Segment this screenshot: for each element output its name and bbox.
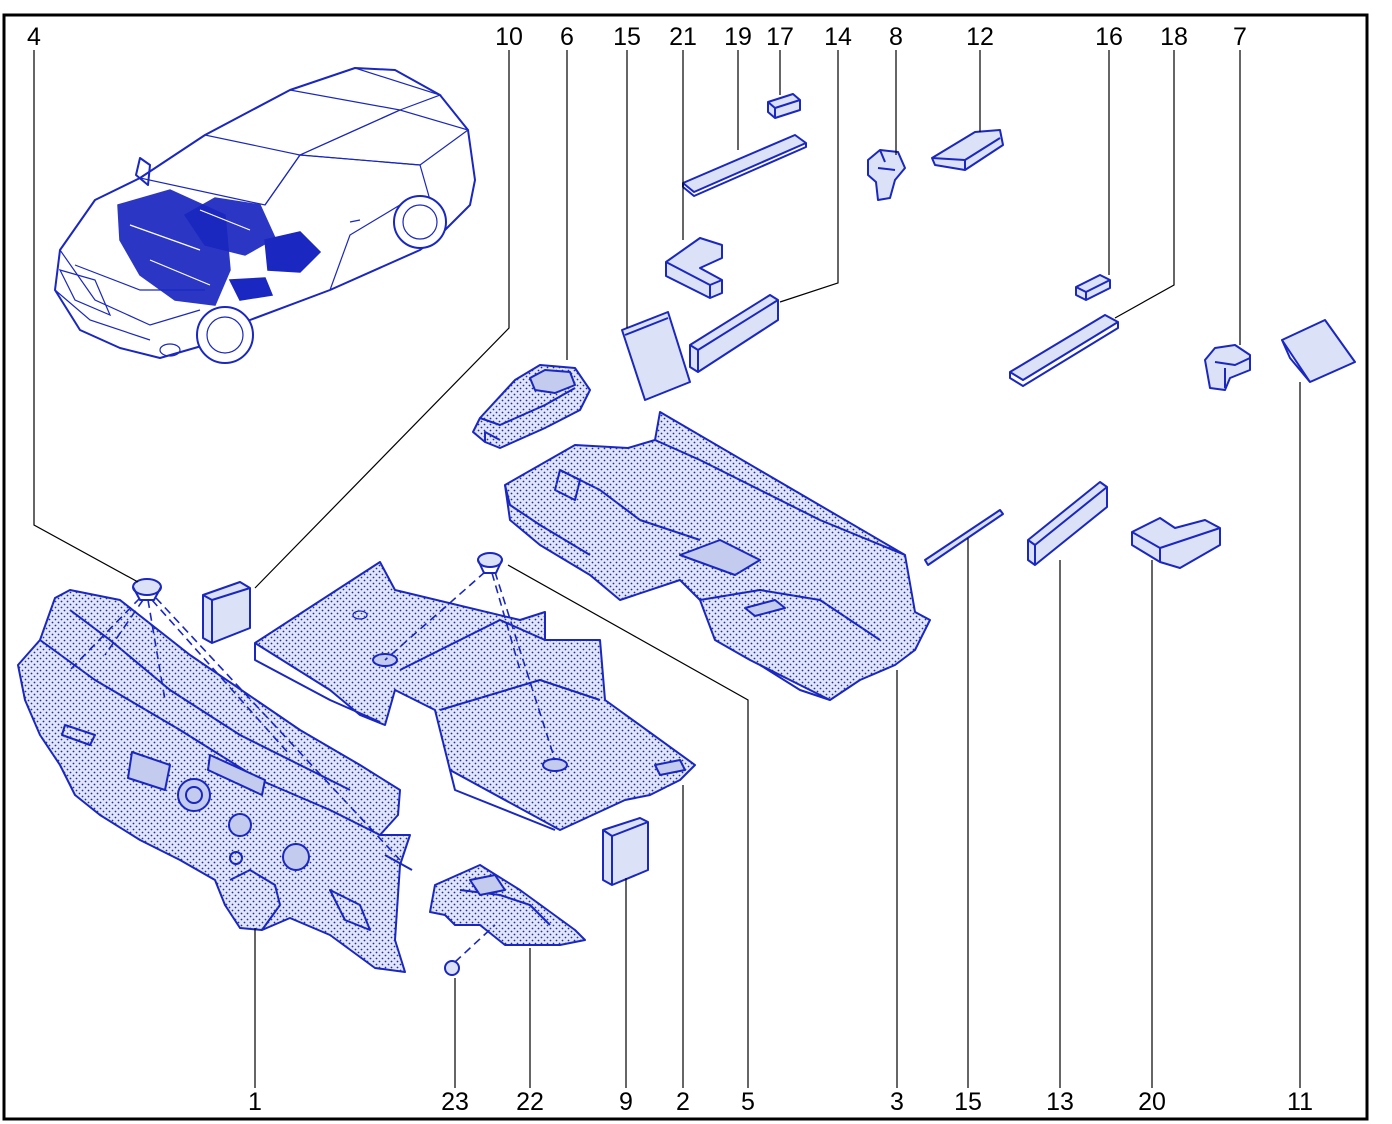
part-7-clip [1204,344,1251,391]
callout-22: 22 [516,1088,544,1116]
callout-5: 5 [741,1088,755,1116]
part-19-strip [682,134,807,197]
part-15-strip-lower [924,509,1004,566]
part-15-pad-upper [621,311,691,401]
part-8-clip [867,149,906,201]
callout-13: 13 [1046,1088,1074,1116]
part-21-angle-pad [665,237,723,299]
part-9-pad [602,817,649,886]
callout-7: 7 [1233,23,1247,51]
part-20-angle-pad [1131,517,1221,569]
parts-diagram: 4 10 6 15 21 19 17 14 8 12 16 18 7 1 23 … [2,13,1369,1121]
part-13-pad [1027,481,1108,566]
callout-18: 18 [1160,23,1188,51]
part-11-pad [1281,319,1356,383]
part-10-pad [202,581,251,644]
part-23-clip [444,924,496,976]
callout-6: 6 [560,23,574,51]
callout-10: 10 [495,23,523,51]
callout-15-top: 15 [613,23,641,51]
callout-23: 23 [441,1088,469,1116]
callout-9: 9 [619,1088,633,1116]
callout-14: 14 [824,23,852,51]
callout-12: 12 [966,23,994,51]
callout-17: 17 [766,23,794,51]
part-16-block [1075,274,1111,301]
part-17-block [767,93,801,119]
part-22-tunnel-insulator [429,864,586,946]
part-18-strip [1009,314,1119,387]
callout-4: 4 [27,23,41,51]
callout-2: 2 [676,1088,690,1116]
part-12-wedge [931,129,1004,171]
part-6-console-insulator [472,364,591,449]
callout-21: 21 [669,23,697,51]
callout-3: 3 [890,1088,904,1116]
callout-20: 20 [1138,1088,1166,1116]
callout-11: 11 [1287,1088,1313,1116]
callout-16: 16 [1095,23,1123,51]
part-14-pad [689,294,779,373]
car-overview-illustration [54,67,476,364]
callout-8: 8 [889,23,903,51]
callout-19: 19 [724,23,752,51]
callout-15-bottom: 15 [954,1088,982,1116]
callout-1: 1 [248,1088,262,1116]
